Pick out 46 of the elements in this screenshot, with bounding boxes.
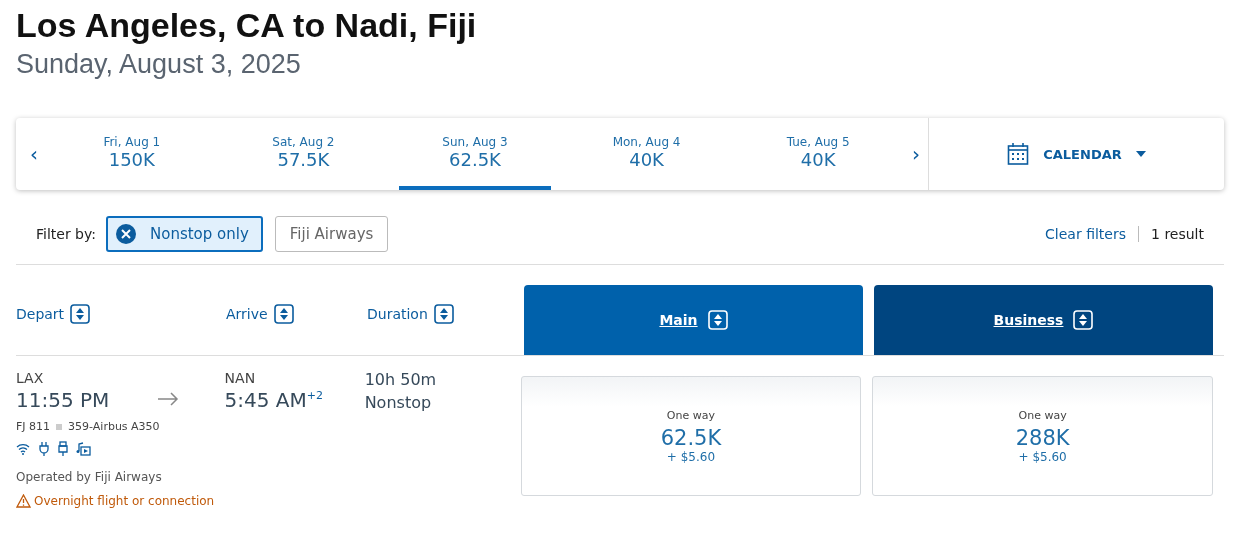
result-count: 1 result (1151, 226, 1204, 242)
sort-icon (433, 304, 454, 324)
clear-filters-link[interactable]: Clear filters (1045, 226, 1127, 242)
warning-text: Overnight flight or connection (34, 494, 215, 508)
sort-icon (70, 304, 91, 324)
next-button[interactable]: › (903, 118, 928, 190)
airport-code: NAN (224, 370, 257, 386)
sort-icon (1073, 310, 1094, 330)
entertainment-icon (76, 441, 91, 456)
sort-icon (707, 310, 728, 330)
fare-card[interactable]: One way 288K + $5.60 (872, 376, 1213, 496)
date-tab[interactable]: Tue, Aug 5 40K (742, 118, 894, 190)
cabin-header[interactable]: Business (874, 285, 1213, 355)
date-tab[interactable]: Fri, Aug 1 150K (56, 118, 208, 190)
wifi-icon (16, 442, 30, 455)
cabin-header[interactable]: Main (524, 285, 863, 355)
sort-icon (273, 304, 294, 324)
filter-chip[interactable]: Fiji Airways (274, 216, 389, 252)
date-tab[interactable]: Mon, Aug 4 40K (570, 118, 723, 190)
page-subtitle: Sunday, August 3, 2025 (16, 49, 301, 80)
stops-text: Nonstop (364, 393, 433, 412)
aircraft-type: 359-Airbus A350 (68, 420, 160, 433)
arrow-icon (157, 392, 180, 406)
sort-column-header[interactable]: Duration (367, 304, 524, 324)
usb-icon (58, 441, 68, 456)
flight-number: FJ 811 (16, 420, 51, 433)
warning-icon (16, 494, 31, 508)
filter-chip[interactable]: Nonstop only (106, 216, 263, 252)
airport-code: LAX (16, 370, 45, 386)
calendar-button[interactable]: CALENDAR (929, 118, 1224, 190)
caret-icon (1135, 151, 1146, 157)
date-tab[interactable]: Sat, Aug 2 57.5K (227, 118, 380, 190)
sort-column-header[interactable]: Arrive (226, 304, 367, 324)
operator-text: Operated by Fiji Airways (16, 470, 163, 484)
page-title: Los Angeles, CA to Nadi, Fiji (16, 6, 477, 45)
filter-label: Filter by: (36, 226, 96, 242)
sort-column-header[interactable]: Depart (16, 304, 226, 324)
arrive-time: 5:45 AM$^{+2}$ (224, 388, 325, 412)
depart-time: 11:55 PM (16, 388, 110, 412)
remove-icon (116, 224, 136, 244)
plug-icon (38, 441, 50, 456)
duration-text: 10h 50m (364, 370, 438, 389)
fare-card[interactable]: One way 62.5K + $5.60 (520, 376, 862, 496)
date-tab[interactable]: Sun, Aug 3 62.5K (399, 118, 551, 190)
calendar-icon (1007, 142, 1030, 166)
previous-button[interactable]: ‹ (22, 118, 46, 190)
